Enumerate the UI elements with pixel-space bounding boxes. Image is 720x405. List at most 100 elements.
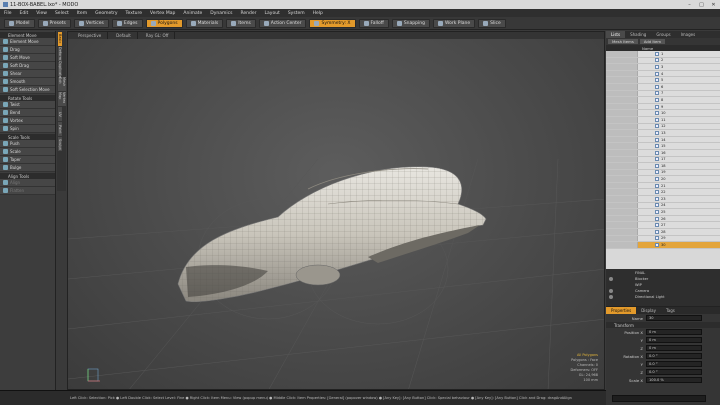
list-item[interactable]: 9	[606, 103, 720, 111]
tool-flatten[interactable]: Flatten	[0, 187, 55, 195]
visibility-toggle[interactable]	[606, 229, 638, 235]
menu-geometry[interactable]: Geometry	[95, 11, 117, 16]
mesh-items-dropdown[interactable]: Mesh Items	[608, 39, 638, 44]
visibility-toggle[interactable]	[606, 189, 638, 196]
menu-vertex-map[interactable]: Vertex Map	[150, 11, 175, 16]
visibility-toggle[interactable]	[606, 176, 638, 182]
tool-soft-drag[interactable]: Soft Drag	[0, 62, 55, 70]
tab-shading[interactable]: Shading	[625, 31, 651, 38]
visibility-toggle[interactable]	[606, 136, 638, 143]
value-field[interactable]: 0.0 °	[646, 353, 702, 359]
visibility-toggle[interactable]	[606, 64, 638, 70]
name-field[interactable]: 30	[646, 315, 702, 321]
tool-tab-paint[interactable]: Paint	[58, 122, 62, 136]
toolbar-snapping-button[interactable]: Snapping	[391, 18, 430, 28]
list-item[interactable]: 28	[606, 229, 720, 236]
toolbar-action-center-button[interactable]: Action Center	[258, 18, 307, 28]
list-item[interactable]: 26	[606, 215, 720, 223]
tool-drag[interactable]: Drag	[0, 46, 55, 54]
list-item[interactable]: 23	[606, 196, 720, 203]
tool-align[interactable]: Align	[0, 179, 55, 187]
toolbar-symmetry-x-button[interactable]: Symmetry: X	[309, 18, 356, 28]
eye-icon[interactable]	[609, 271, 613, 275]
tool-element-move[interactable]: Element Move	[0, 38, 55, 46]
tool-shear[interactable]: Shear	[0, 70, 55, 78]
menu-render[interactable]: Render	[240, 11, 256, 16]
list-item[interactable]: 19	[606, 169, 720, 177]
eye-icon[interactable]	[609, 295, 613, 299]
value-field[interactable]: 0.0 °	[646, 361, 702, 367]
visibility-toggle[interactable]	[606, 222, 638, 229]
visibility-toggle[interactable]	[606, 77, 638, 83]
visibility-toggle[interactable]	[606, 182, 638, 189]
visibility-toggle[interactable]	[606, 215, 638, 222]
value-field[interactable]: 0 m	[646, 337, 702, 343]
visibility-toggle[interactable]	[606, 156, 638, 163]
list-item[interactable]: 3	[606, 64, 720, 71]
list-item[interactable]: 5	[606, 77, 720, 84]
toolbar-slice-button[interactable]: Slice	[478, 18, 506, 28]
eye-icon[interactable]	[609, 277, 613, 281]
tool-bend[interactable]: Bend	[0, 109, 55, 117]
tool-tab-deform[interactable]: Deform	[58, 47, 62, 61]
list-item[interactable]: 11	[606, 116, 720, 124]
list-item[interactable]: 2	[606, 57, 720, 65]
value-field[interactable]: 0 m	[646, 329, 702, 335]
list-item[interactable]: 25	[606, 209, 720, 216]
list-item[interactable]: 16	[606, 149, 720, 157]
menu-item[interactable]: Item	[77, 11, 87, 16]
visibility-toggle[interactable]	[606, 116, 638, 123]
tool-push[interactable]: Push	[0, 140, 55, 148]
item-list[interactable]: 1 2 3 4 5 6 7 8 9 10 11 12 13 14 15 16 17 18 19 20 21 22 23 24 2…	[606, 51, 720, 269]
viewport-tab-2[interactable]: Ray GL: Off	[140, 32, 176, 39]
toolbar-materials-button[interactable]: Materials	[185, 18, 224, 28]
list-item[interactable]: 20	[606, 176, 720, 183]
list-item[interactable]: 1	[606, 51, 720, 58]
viewport-scene[interactable]	[68, 39, 605, 390]
menu-select[interactable]: Select	[55, 11, 69, 16]
tab-images[interactable]: Images	[676, 31, 701, 38]
visibility-toggle[interactable]	[606, 143, 638, 149]
visibility-toggle[interactable]	[606, 209, 638, 215]
list-item[interactable]: 18	[606, 163, 720, 170]
visibility-toggle[interactable]	[606, 149, 638, 156]
viewport-tab-0[interactable]: Perspective	[72, 32, 109, 39]
scene-item[interactable]: Directional Light	[606, 294, 720, 300]
toolbar-edges-button[interactable]: Edges	[111, 18, 143, 28]
spaceship-mesh[interactable]	[177, 166, 487, 302]
maximize-icon[interactable]: □	[697, 1, 706, 8]
list-item[interactable]: 29	[606, 235, 720, 243]
list-item[interactable]: 30	[606, 242, 720, 249]
tool-scale[interactable]: Scale	[0, 148, 55, 156]
toolbar-items-button[interactable]: Items	[226, 18, 256, 28]
tool-tab-uv[interactable]: UV	[58, 107, 62, 121]
tool-tab-basic[interactable]: Basic	[58, 32, 62, 46]
toolbar-polygons-button[interactable]: Polygons	[145, 18, 183, 28]
tool-twist[interactable]: Twist	[0, 101, 55, 109]
visibility-toggle[interactable]	[606, 123, 638, 130]
list-item[interactable]: 7	[606, 90, 720, 98]
list-item[interactable]: 10	[606, 110, 720, 117]
tool-spin[interactable]: Spin	[0, 125, 55, 133]
value-field[interactable]: 0.0 °	[646, 369, 702, 375]
menu-texture[interactable]: Texture	[126, 11, 142, 16]
visibility-toggle[interactable]	[606, 103, 638, 110]
3d-viewport[interactable]: Perspective Default Ray GL: Off All Poly…	[67, 31, 605, 390]
list-item[interactable]: 4	[606, 70, 720, 78]
list-item[interactable]: 13	[606, 130, 720, 137]
list-item[interactable]: 21	[606, 182, 720, 190]
visibility-toggle[interactable]	[606, 70, 638, 77]
viewport-tab-1[interactable]: Default	[110, 32, 138, 39]
menu-file[interactable]: File	[4, 11, 12, 16]
list-item[interactable]: 8	[606, 97, 720, 104]
toolbar-presets-button[interactable]: Presets	[37, 18, 71, 28]
minimize-icon[interactable]: –	[685, 1, 694, 8]
visibility-toggle[interactable]	[606, 57, 638, 64]
visibility-toggle[interactable]	[606, 202, 638, 209]
visibility-toggle[interactable]	[606, 163, 638, 169]
menu-layout[interactable]: Layout	[265, 11, 280, 16]
list-item[interactable]: 24	[606, 202, 720, 210]
tool-tab-duplicate[interactable]: Duplicate	[58, 61, 62, 77]
tool-taper[interactable]: Taper	[0, 156, 55, 164]
value-field[interactable]: 0 m	[646, 345, 702, 351]
